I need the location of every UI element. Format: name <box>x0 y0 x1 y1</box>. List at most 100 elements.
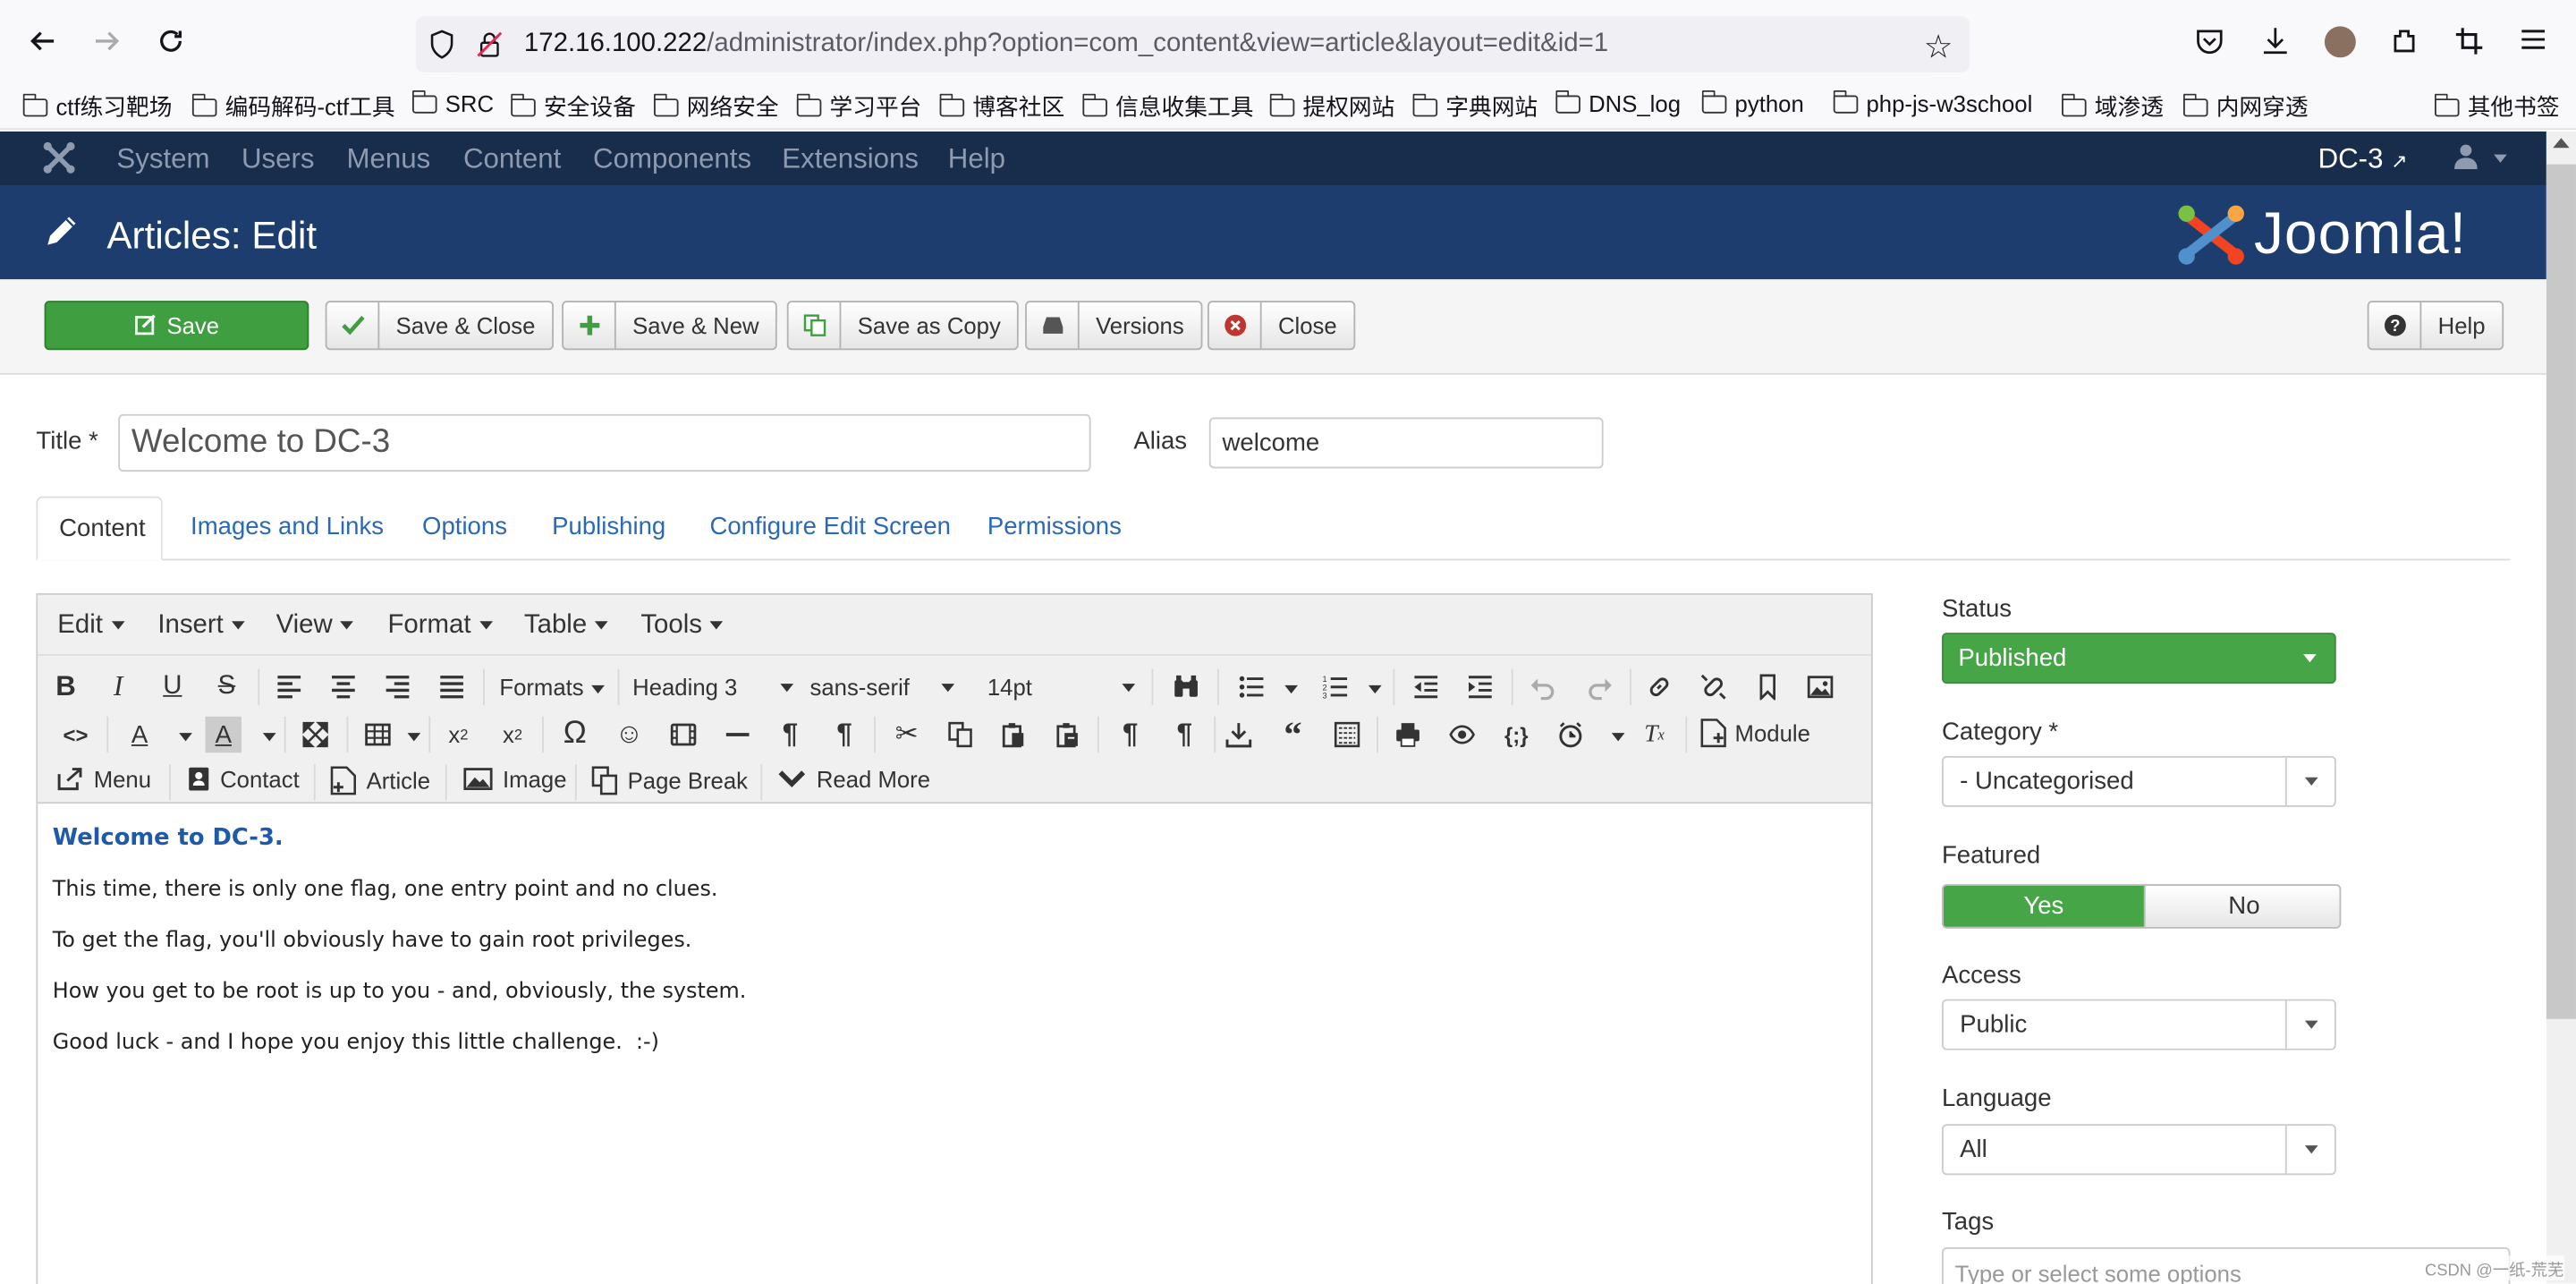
bookmark-folder[interactable]: DNS_log <box>1555 89 1681 116</box>
text-color-caret-icon[interactable] <box>179 733 192 742</box>
align-justify-icon[interactable] <box>434 669 470 705</box>
editor-menu-tools[interactable]: Tools <box>640 611 724 641</box>
versions-button[interactable]: Versions <box>1025 301 1202 351</box>
media-icon[interactable] <box>665 717 701 753</box>
bold-icon[interactable]: B <box>47 669 83 705</box>
user-icon[interactable] <box>2454 143 2478 178</box>
template-icon[interactable] <box>1329 717 1365 753</box>
nav-help[interactable]: Help <box>948 143 1005 176</box>
image-icon[interactable] <box>1802 669 1838 705</box>
visual-chars-icon[interactable]: ¶ <box>1112 717 1148 753</box>
bookmark-folder[interactable]: 博客社区 <box>939 90 1064 123</box>
editor-menu-table[interactable]: Table <box>524 611 609 641</box>
reload-icon[interactable] <box>146 16 195 65</box>
bookmark-folder[interactable]: 学习平台 <box>796 90 921 123</box>
bookmark-folder[interactable]: 信息收集工具 <box>1082 90 1253 123</box>
save-close-button[interactable]: Save & Close <box>325 301 554 351</box>
paste-icon[interactable] <box>996 717 1031 753</box>
save-new-button[interactable]: Save & New <box>562 301 777 351</box>
bullet-list-icon[interactable] <box>1233 669 1269 705</box>
download-icon[interactable] <box>2260 25 2290 66</box>
preview-eye-icon[interactable] <box>1444 717 1479 753</box>
bookmark-star-icon[interactable]: ☆ <box>1924 26 1953 67</box>
back-icon[interactable] <box>18 16 67 65</box>
emoticons-icon[interactable]: ☺ <box>611 717 647 753</box>
tab-configure-edit-screen[interactable]: Configure Edit Screen <box>709 513 951 540</box>
superscript-icon[interactable]: x2 <box>495 717 530 753</box>
numbered-list-icon[interactable]: 123 <box>1318 669 1353 705</box>
table-icon[interactable] <box>360 717 395 753</box>
bookmark-folder[interactable]: php-js-w3school <box>1833 89 2032 116</box>
alias-input[interactable] <box>1208 417 1604 469</box>
text-color-icon[interactable]: A <box>122 717 157 753</box>
numbered-list-caret-icon[interactable] <box>1368 685 1382 694</box>
visual-blocks-icon[interactable]: ¶ <box>1166 717 1202 753</box>
bookmark-folder[interactable]: 域渗透 <box>2062 90 2164 123</box>
module-button[interactable]: Module <box>1700 719 1810 748</box>
redo-icon[interactable] <box>1582 669 1618 705</box>
font-family-dropdown[interactable]: sans-serif <box>809 674 955 700</box>
cut-icon[interactable]: ✂ <box>889 717 925 753</box>
insert-article-button[interactable]: Article <box>330 766 430 795</box>
rtl-icon[interactable]: ¶ <box>826 717 862 753</box>
find-replace-icon[interactable] <box>1168 669 1204 705</box>
featured-yes-button[interactable]: Yes <box>1943 885 2144 927</box>
code-sample-icon[interactable]: {;} <box>1498 717 1534 753</box>
table-caret-icon[interactable] <box>407 733 421 742</box>
nav-menus[interactable]: Menus <box>347 143 431 176</box>
formats-dropdown[interactable]: Formats <box>499 674 606 700</box>
bookmark-folder[interactable]: ctf练习靶场 <box>22 90 172 123</box>
clock-icon[interactable] <box>1553 717 1589 753</box>
code-view-icon[interactable]: <> <box>57 717 93 753</box>
bookmark-folder[interactable]: 字典网站 <box>1412 90 1538 123</box>
crop-icon[interactable] <box>2454 26 2484 64</box>
blockquote-icon[interactable]: “ <box>1275 713 1310 754</box>
fullscreen-icon[interactable] <box>297 717 333 753</box>
clear-formatting-icon[interactable]: Tx <box>1636 717 1672 753</box>
editor-menu-insert[interactable]: Insert <box>157 611 245 641</box>
menu-hamburger-icon[interactable] <box>2520 28 2546 59</box>
forward-icon[interactable] <box>82 16 131 65</box>
help-button[interactable]: ? Help <box>2367 301 2504 351</box>
insert-contact-button[interactable]: Contact <box>187 766 300 792</box>
insert-page-break-button[interactable]: Page Break <box>591 766 748 795</box>
font-size-dropdown[interactable]: 14pt <box>987 674 1136 700</box>
align-center-icon[interactable] <box>326 669 361 705</box>
insert-image-button[interactable]: Image <box>463 766 567 792</box>
title-input[interactable] <box>118 413 1091 472</box>
clock-caret-icon[interactable] <box>1611 733 1625 742</box>
bookmark-folder[interactable]: 安全设备 <box>511 90 636 123</box>
italic-icon[interactable]: I <box>100 669 136 705</box>
outdent-icon[interactable] <box>1408 669 1444 705</box>
insecure-lock-icon[interactable] <box>477 30 503 67</box>
strikethrough-icon[interactable]: S <box>208 669 244 705</box>
align-right-icon[interactable] <box>379 669 415 705</box>
bookmark-folder[interactable]: python <box>1701 89 1804 116</box>
block-format-dropdown[interactable]: Heading 3 <box>632 674 794 700</box>
bookmark-folder[interactable]: 网络安全 <box>654 90 779 123</box>
site-link[interactable]: DC-3 ↗ <box>2318 143 2408 176</box>
special-character-icon[interactable]: Ω <box>557 717 593 753</box>
status-select[interactable]: Published <box>1941 633 2336 685</box>
align-left-icon[interactable] <box>271 669 307 705</box>
save-button[interactable]: Save <box>44 301 309 351</box>
nav-users[interactable]: Users <box>242 143 315 176</box>
editor-menu-edit[interactable]: Edit <box>57 611 124 641</box>
user-menu-caret-icon[interactable] <box>2494 154 2507 163</box>
other-bookmarks[interactable]: 其他书签 <box>2434 90 2560 123</box>
ltr-icon[interactable]: ¶ <box>772 717 808 753</box>
category-select[interactable]: - Uncategorised <box>1941 755 2336 807</box>
editor-menu-format[interactable]: Format <box>387 611 493 641</box>
editor-content-area[interactable]: Welcome to DC-3. This time, there is onl… <box>53 825 1860 1082</box>
nav-components[interactable]: Components <box>593 143 751 176</box>
joomla-logo-icon[interactable] <box>43 141 76 183</box>
language-select[interactable]: All <box>1941 1124 2336 1176</box>
account-avatar[interactable] <box>2324 26 2356 58</box>
access-select[interactable]: Public <box>1941 999 2336 1050</box>
address-bar[interactable]: 172.16.100.222/administrator/index.php?o… <box>415 16 1970 72</box>
scroll-up-arrow-icon[interactable] <box>2553 138 2570 149</box>
copy-doc-icon[interactable] <box>943 717 979 753</box>
print-icon[interactable] <box>1390 717 1426 753</box>
page-scrollbar-thumb[interactable] <box>2546 164 2576 1019</box>
nav-content[interactable]: Content <box>463 143 561 176</box>
